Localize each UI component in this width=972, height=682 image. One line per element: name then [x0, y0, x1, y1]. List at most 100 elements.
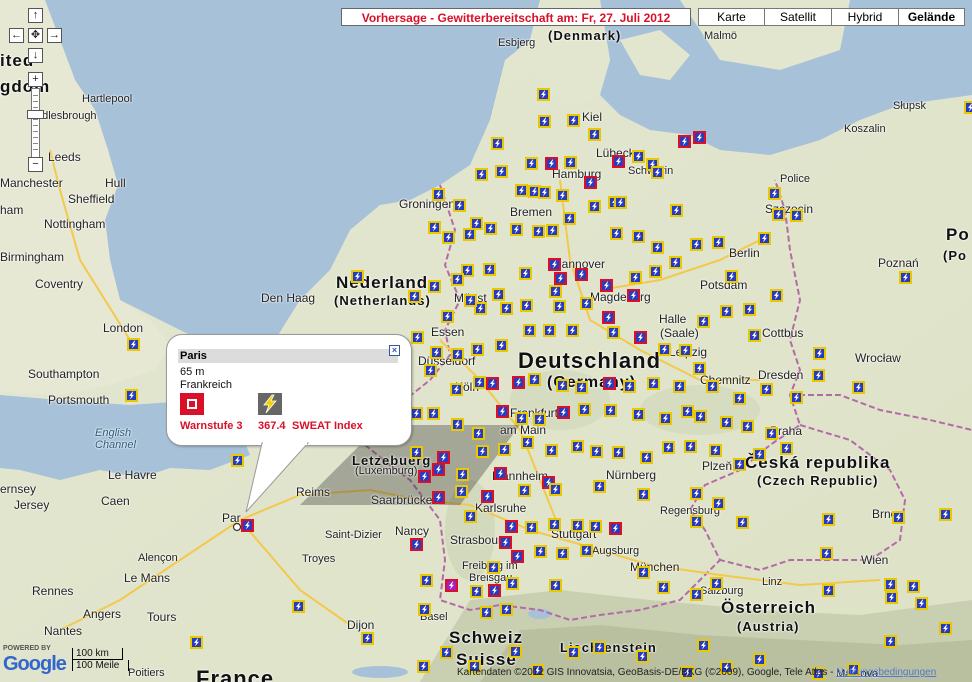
- lightning-icon[interactable]: [427, 407, 440, 420]
- lightning-icon[interactable]: [525, 157, 538, 170]
- lightning-icon[interactable]: [190, 636, 203, 649]
- lightning-icon[interactable]: [523, 324, 536, 337]
- lightning-icon[interactable]: [554, 272, 567, 285]
- lightning-icon[interactable]: [428, 221, 441, 234]
- lightning-icon[interactable]: [706, 380, 719, 393]
- lightning-icon[interactable]: [679, 344, 692, 357]
- lightning-icon[interactable]: [500, 302, 513, 315]
- map-type-hybrid-button[interactable]: Hybrid: [831, 8, 899, 26]
- lightning-icon[interactable]: [545, 157, 558, 170]
- lightning-icon[interactable]: [556, 547, 569, 560]
- lightning-icon[interactable]: [451, 273, 464, 286]
- lightning-icon[interactable]: [720, 305, 733, 318]
- lightning-icon[interactable]: [549, 579, 562, 592]
- lightning-icon[interactable]: [440, 646, 453, 659]
- lightning-icon[interactable]: [662, 441, 675, 454]
- lightning-icon[interactable]: [410, 446, 423, 459]
- lightning-icon[interactable]: [408, 290, 421, 303]
- lightning-icon[interactable]: [760, 383, 773, 396]
- lightning-icon[interactable]: [822, 513, 835, 526]
- lightning-icon[interactable]: [690, 588, 703, 601]
- lightning-icon[interactable]: [790, 209, 803, 222]
- lightning-icon[interactable]: [612, 446, 625, 459]
- lightning-icon[interactable]: [418, 603, 431, 616]
- lightning-icon[interactable]: [537, 88, 550, 101]
- lightning-icon[interactable]: [637, 566, 650, 579]
- lightning-icon[interactable]: [487, 561, 500, 574]
- lightning-icon[interactable]: [521, 436, 534, 449]
- lightning-icon[interactable]: [627, 289, 640, 302]
- lightning-icon[interactable]: [584, 176, 597, 189]
- lightning-icon[interactable]: [884, 578, 897, 591]
- lightning-icon[interactable]: [241, 519, 254, 532]
- lightning-icon[interactable]: [231, 454, 244, 467]
- lightning-icon[interactable]: [669, 256, 682, 269]
- lightning-icon[interactable]: [492, 288, 505, 301]
- lightning-icon[interactable]: [432, 463, 445, 476]
- lightning-icon[interactable]: [580, 544, 593, 557]
- lightning-icon[interactable]: [500, 603, 513, 616]
- lightning-icon[interactable]: [593, 641, 606, 654]
- lightning-icon[interactable]: [651, 241, 664, 254]
- lightning-icon[interactable]: [637, 488, 650, 501]
- lightning-icon[interactable]: [770, 289, 783, 302]
- lightning-icon[interactable]: [470, 585, 483, 598]
- lightning-icon[interactable]: [693, 131, 706, 144]
- lightning-icon[interactable]: [567, 114, 580, 127]
- lightning-icon[interactable]: [892, 511, 905, 524]
- lightning-icon[interactable]: [472, 427, 485, 440]
- lightning-icon[interactable]: [575, 381, 588, 394]
- lightning-icon[interactable]: [852, 381, 865, 394]
- lightning-icon[interactable]: [476, 445, 489, 458]
- lightning-icon[interactable]: [553, 300, 566, 313]
- lightning-icon[interactable]: [564, 156, 577, 169]
- lightning-icon[interactable]: [647, 377, 660, 390]
- lightning-icon[interactable]: [451, 348, 464, 361]
- lightning-icon[interactable]: [483, 263, 496, 276]
- lightning-icon[interactable]: [780, 442, 793, 455]
- lightning-icon[interactable]: [899, 271, 912, 284]
- lightning-icon[interactable]: [772, 208, 785, 221]
- lightning-icon[interactable]: [632, 408, 645, 421]
- lightning-icon[interactable]: [475, 168, 488, 181]
- lightning-icon[interactable]: [515, 184, 528, 197]
- map-type-satellit-button[interactable]: Satellit: [764, 8, 832, 26]
- lightning-icon[interactable]: [442, 231, 455, 244]
- lightning-icon[interactable]: [538, 186, 551, 199]
- lightning-icon[interactable]: [820, 547, 833, 560]
- lightning-icon[interactable]: [506, 577, 519, 590]
- terms-link[interactable]: Nutzungsbedingungen: [836, 667, 936, 678]
- lightning-icon[interactable]: [515, 412, 528, 425]
- lightning-icon[interactable]: [532, 225, 545, 238]
- lightning-icon[interactable]: [623, 380, 636, 393]
- lightning-icon[interactable]: [571, 519, 584, 532]
- lightning-icon[interactable]: [499, 536, 512, 549]
- lightning-icon[interactable]: [494, 467, 507, 480]
- lightning-icon[interactable]: [758, 232, 771, 245]
- lightning-icon[interactable]: [491, 137, 504, 150]
- lightning-icon[interactable]: [351, 270, 364, 283]
- lightning-icon[interactable]: [471, 343, 484, 356]
- pan-down-button[interactable]: ↓: [28, 48, 43, 63]
- lightning-icon[interactable]: [612, 155, 625, 168]
- lightning-icon[interactable]: [545, 444, 558, 457]
- lightning-icon[interactable]: [593, 480, 606, 493]
- lightning-icon[interactable]: [512, 376, 525, 389]
- lightning-icon[interactable]: [498, 443, 511, 456]
- lightning-icon[interactable]: [463, 228, 476, 241]
- pan-up-button[interactable]: ↑: [28, 8, 43, 23]
- lightning-icon[interactable]: [430, 346, 443, 359]
- lightning-icon[interactable]: [481, 490, 494, 503]
- lightning-icon[interactable]: [659, 412, 672, 425]
- lightning-icon[interactable]: [733, 392, 746, 405]
- lightning-icon[interactable]: [464, 294, 477, 307]
- lightning-icon[interactable]: [765, 427, 778, 440]
- lightning-icon[interactable]: [546, 224, 559, 237]
- lightning-icon[interactable]: [520, 299, 533, 312]
- map-type-karte-button[interactable]: Karte: [698, 8, 765, 26]
- lightning-icon[interactable]: [813, 347, 826, 360]
- lightning-icon[interactable]: [549, 483, 562, 496]
- lightning-icon[interactable]: [127, 338, 140, 351]
- lightning-icon[interactable]: [657, 581, 670, 594]
- lightning-icon[interactable]: [603, 377, 616, 390]
